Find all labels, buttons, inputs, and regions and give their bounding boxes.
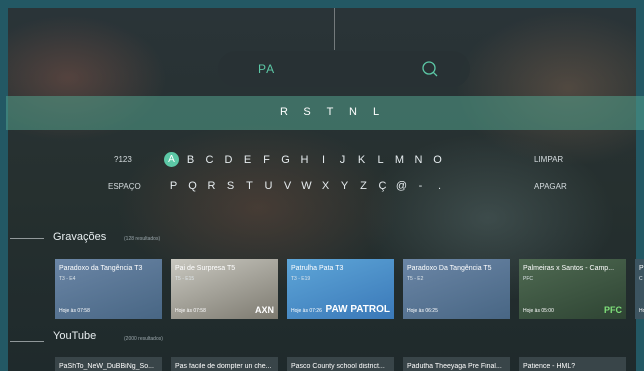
card-title: Patrulha Pata T3 xyxy=(291,265,344,272)
key[interactable]: S xyxy=(221,180,240,192)
recording-card[interactable]: Palmeiras x Santos - Camp... PFC Hoje às… xyxy=(519,259,626,319)
card-subtitle: PFC xyxy=(523,276,533,282)
delete-key[interactable]: APAGAR xyxy=(534,182,567,191)
keyboard-row-1: A B C D E F G H I J K L M N O xyxy=(162,152,447,167)
youtube-card[interactable]: Patience - HML? xyxy=(519,357,626,371)
space-key[interactable]: ESPAÇO xyxy=(108,182,141,191)
card-title: PaShTo_NeW_DuBBiNg_So... xyxy=(59,363,154,370)
recording-card[interactable]: P C Ho xyxy=(635,259,644,319)
key[interactable]: T xyxy=(240,180,259,192)
suggestion-letters: R S T N L xyxy=(278,106,382,118)
key[interactable]: G xyxy=(276,154,295,166)
recordings-title: Gravações xyxy=(53,231,107,243)
card-title: Pasco County school district... xyxy=(291,363,385,370)
youtube-card[interactable]: Padutha Theeyaga Pre Final... xyxy=(403,357,510,371)
key[interactable]: W xyxy=(297,180,316,192)
card-subtitle: T3 - E4 xyxy=(59,276,76,282)
suggestion-bar: R S T N L xyxy=(6,96,644,130)
search-bar[interactable]: PA xyxy=(218,51,470,87)
key[interactable]: C xyxy=(200,154,219,166)
key[interactable]: - xyxy=(411,180,430,192)
key[interactable]: E xyxy=(238,154,257,166)
recordings-count: (128 resultados) xyxy=(124,236,161,242)
key[interactable]: J xyxy=(333,154,352,166)
youtube-card[interactable]: Pas facile de dompter un che... xyxy=(171,357,278,371)
channel-logo: AXN xyxy=(254,305,274,315)
card-subtitle: T5 - E2 xyxy=(407,276,424,282)
key[interactable]: Q xyxy=(183,180,202,192)
key[interactable]: D xyxy=(219,154,238,166)
card-title: Padutha Theeyaga Pre Final... xyxy=(407,363,502,370)
key[interactable]: N xyxy=(409,154,428,166)
suggestion-key[interactable]: R xyxy=(278,106,290,118)
top-divider xyxy=(334,8,335,50)
card-title: Palmeiras x Santos - Camp... xyxy=(523,265,615,272)
youtube-count: (2000 resultados) xyxy=(124,336,163,342)
key[interactable]: R xyxy=(202,180,221,192)
card-time: Hoje às 07:58 xyxy=(59,308,90,314)
card-title: P xyxy=(639,265,644,272)
card-time: Ho xyxy=(639,308,644,314)
card-title: Pai de Surpresa T5 xyxy=(175,265,236,272)
key[interactable]: Z xyxy=(354,180,373,192)
key[interactable]: H xyxy=(295,154,314,166)
section-divider xyxy=(10,341,44,342)
key[interactable]: P xyxy=(164,180,183,192)
card-title: Patience - HML? xyxy=(523,363,576,370)
key[interactable]: F xyxy=(257,154,276,166)
card-title: Paradoxo Da Tangência T5 xyxy=(407,265,492,272)
search-query[interactable]: PA xyxy=(258,62,275,76)
recording-card[interactable]: Paradoxo Da Tangência T5 T5 - E2 Hoje às… xyxy=(403,259,510,319)
key[interactable]: B xyxy=(181,154,200,166)
suggestion-key[interactable]: L xyxy=(370,106,382,118)
card-time: Hoje às 05:00 xyxy=(523,308,554,314)
key[interactable]: V xyxy=(278,180,297,192)
section-divider xyxy=(10,238,44,239)
youtube-card[interactable]: Pasco County school district... xyxy=(287,357,394,371)
youtube-card[interactable]: PaShTo_NeW_DuBBiNg_So... xyxy=(55,357,162,371)
suggestion-key[interactable]: S xyxy=(301,106,313,118)
card-time: Hoje às 06:25 xyxy=(407,308,438,314)
key[interactable]: K xyxy=(352,154,371,166)
youtube-title: YouTube xyxy=(53,330,97,342)
key[interactable]: Y xyxy=(335,180,354,192)
search-icon[interactable] xyxy=(420,59,440,79)
key[interactable]: X xyxy=(316,180,335,192)
key[interactable]: @ xyxy=(392,180,411,192)
key[interactable]: U xyxy=(259,180,278,192)
key[interactable]: O xyxy=(428,154,447,166)
card-subtitle: T5 - E15 xyxy=(175,276,195,282)
key[interactable]: Ç xyxy=(373,180,392,192)
card-time: Hoje às 07:26 xyxy=(291,308,322,314)
card-subtitle: T3 - E19 xyxy=(291,276,311,282)
suggestion-key[interactable]: N xyxy=(347,106,359,118)
key-a[interactable]: A xyxy=(164,152,179,167)
key[interactable]: I xyxy=(314,154,333,166)
numeric-toggle-key[interactable]: ?123 xyxy=(114,155,132,164)
show-logo: PAW PATROL xyxy=(325,304,390,315)
clear-key[interactable]: LIMPAR xyxy=(534,155,563,164)
channel-logo: PFC xyxy=(604,305,622,315)
recording-card[interactable]: Paradoxo da Tangência T3 T3 - E4 Hoje às… xyxy=(55,259,162,319)
card-title: Paradoxo da Tangência T3 xyxy=(59,265,143,272)
key[interactable]: L xyxy=(371,154,390,166)
suggestion-key[interactable]: T xyxy=(324,106,336,118)
recording-card[interactable]: Pai de Surpresa T5 T5 - E15 Hoje às 07:5… xyxy=(171,259,278,319)
key[interactable]: . xyxy=(430,180,449,192)
card-time: Hoje às 07:58 xyxy=(175,308,206,314)
card-subtitle: C xyxy=(639,276,643,282)
key[interactable]: M xyxy=(390,154,409,166)
recording-card[interactable]: Patrulha Pata T3 T3 - E19 Hoje às 07:26 … xyxy=(287,259,394,319)
card-title: Pas facile de dompter un che... xyxy=(175,363,272,370)
keyboard-row-2: P Q R S T U V W X Y Z Ç @ - . xyxy=(164,180,449,192)
